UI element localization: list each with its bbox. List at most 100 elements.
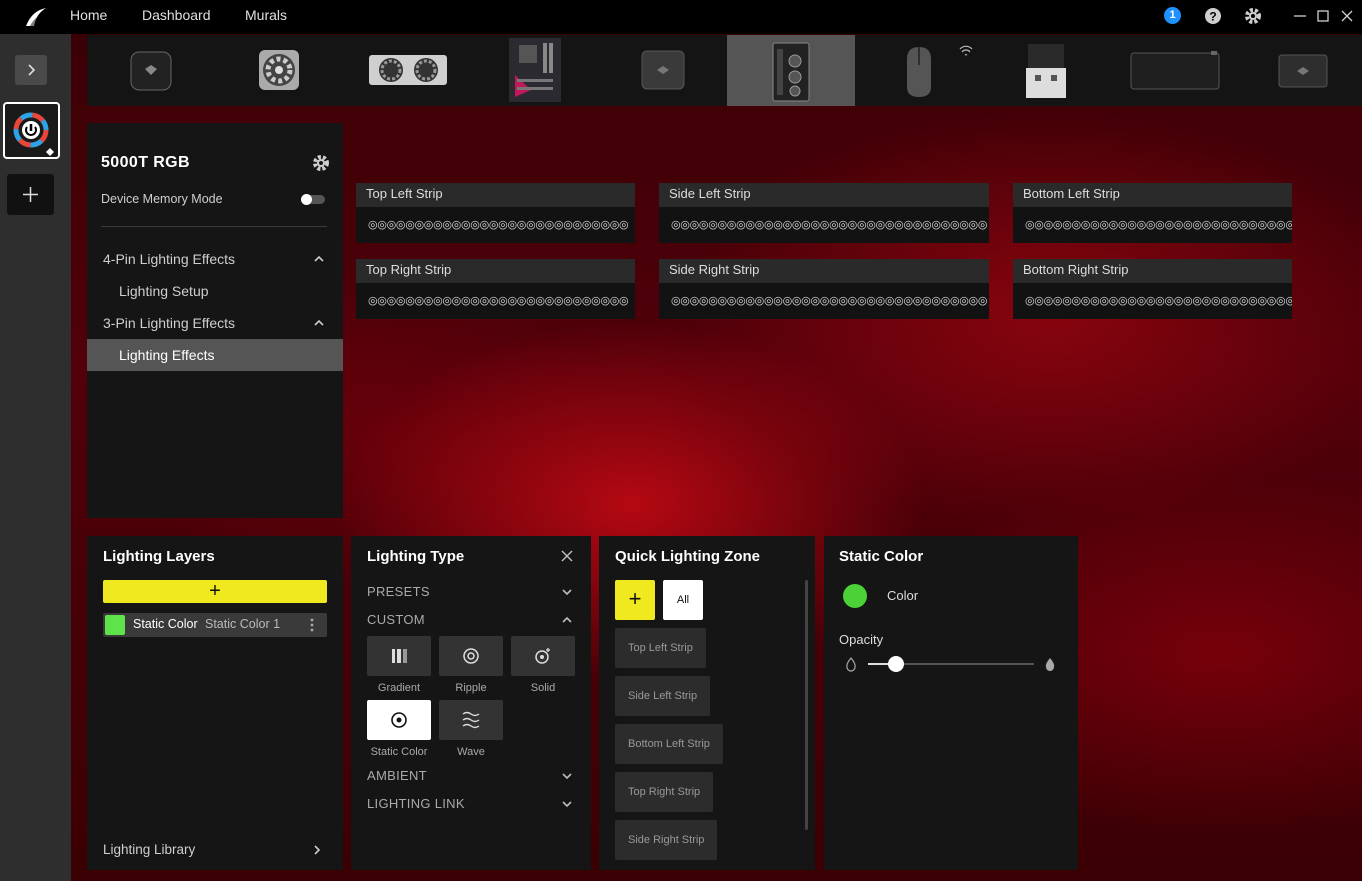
usb-dongle-icon [1026,44,1066,98]
layer-color-swatch [105,615,125,635]
strip-top-left[interactable]: Top Left Strip ◎◎◎◎◎◎◎◎◎◎◎◎◎◎◎◎◎◎◎◎◎◎◎◎◎… [356,183,635,243]
corsair-logo [26,8,46,26]
chevron-right-icon[interactable] [311,844,323,856]
nav-home[interactable]: Home [70,0,107,34]
close-window-icon[interactable] [1338,7,1356,25]
device-tile-gpu[interactable] [343,35,471,106]
notification-badge[interactable]: 1 [1164,7,1181,24]
chevron-down-icon[interactable] [561,798,573,810]
effect-gradient-button[interactable] [367,636,431,676]
strip-side-left[interactable]: Side Left Strip ◎◎◎◎◎◎◎◎◎◎◎◎◎◎◎◎◎◎◎◎◎◎◎◎… [659,183,989,243]
strip-leds: ◎◎◎◎◎◎◎◎◎◎◎◎◎◎◎◎◎◎◎◎◎◎◎◎◎◎◎◎ [368,295,629,307]
effect-solid-button[interactable] [511,636,575,676]
static-color-icon [391,712,407,728]
strip-bottom-left[interactable]: Bottom Left Strip ◎◎◎◎◎◎◎◎◎◎◎◎◎◎◎◎◎◎◎◎◎◎… [1013,183,1292,243]
device-name: 5000T RGB [101,154,190,171]
opacity-slider-track[interactable] [868,656,1034,672]
device-tile-mouse[interactable] [855,35,983,106]
solid-icon [535,648,550,664]
sidebar-item-4pin-effects[interactable]: 4-Pin Lighting Effects [87,243,343,275]
panel-title: Lighting Layers [103,548,215,565]
panel-title: Static Color [839,548,924,565]
device-tile-motherboard[interactable] [471,35,599,106]
strip-bottom-right[interactable]: Bottom Right Strip ◎◎◎◎◎◎◎◎◎◎◎◎◎◎◎◎◎◎◎◎◎… [1013,259,1292,319]
memory-mode-toggle[interactable] [301,194,325,205]
device-tile-fan[interactable] [215,35,343,106]
chevron-down-icon[interactable] [561,586,573,598]
section-custom[interactable]: CUSTOM [367,612,425,627]
lighting-library-link[interactable]: Lighting Library [103,842,195,857]
sidebar-item-lighting-setup[interactable]: Lighting Setup [87,275,343,307]
section-lighting-link[interactable]: LIGHTING LINK [367,796,465,811]
more-options-icon[interactable] [307,617,317,633]
effect-static-color-button[interactable] [367,700,431,740]
pc-case-icon [772,42,810,102]
sidebar-item-label: Lighting Setup [119,283,209,299]
zone-button[interactable]: Top Right Strip [615,772,714,812]
effect-label: Ripple [455,682,487,694]
device-tile-mousepad[interactable] [1111,35,1239,106]
effect-ripple-button[interactable] [439,636,503,676]
close-icon[interactable] [560,549,574,563]
sidebar-item-lighting-effects[interactable]: Lighting Effects [87,339,343,371]
strip-side-right[interactable]: Side Right Strip ◎◎◎◎◎◎◎◎◎◎◎◎◎◎◎◎◎◎◎◎◎◎◎… [659,259,989,319]
strip-name: Top Right Strip [356,259,635,283]
device-tile-case-selected[interactable] [727,35,855,106]
add-device-button[interactable] [7,174,54,215]
zone-button[interactable]: Side Left Strip [615,676,711,716]
device-tile-cooler[interactable] [87,35,215,106]
chevron-right-icon [28,64,36,76]
effect-wave-button[interactable] [439,700,503,740]
sidebar-item-label: Lighting Effects [119,347,215,363]
color-swatch[interactable] [843,584,867,608]
help-icon[interactable]: ? [1204,7,1222,25]
motherboard-icon [509,38,561,102]
strip-leds: ◎◎◎◎◎◎◎◎◎◎◎◎◎◎◎◎◎◎◎◎◎◎◎◎◎◎◎◎ [368,219,629,231]
nav-murals[interactable]: Murals [245,0,287,34]
zone-button[interactable]: Side Right Strip [615,820,718,860]
strip-leds: ◎◎◎◎◎◎◎◎◎◎◎◎◎◎◎◎◎◎◎◎◎◎◎◎◎◎◎◎◎◎◎◎◎◎ [671,219,988,231]
device-tile-hub[interactable] [599,35,727,106]
all-zones-button[interactable]: All [663,580,703,620]
device-settings-gear-icon[interactable] [312,154,330,172]
color-label: Color [887,588,919,603]
svg-text:?: ? [1209,10,1216,24]
quick-lighting-zone-panel: Quick Lighting Zone + All Top Left Strip… [599,536,815,870]
expand-rail-button[interactable] [15,55,47,85]
gpu-icon [369,55,447,85]
device-carousel [87,35,1362,106]
minimize-icon[interactable] [1291,7,1309,25]
device-tile-controller[interactable] [1239,35,1362,106]
lighting-layers-panel: Lighting Layers + Static Color Static Co… [87,536,343,870]
chevron-down-icon[interactable] [561,770,573,782]
opacity-label: Opacity [839,632,884,647]
icue-device-button[interactable] [3,102,60,159]
scrollbar[interactable] [805,580,808,830]
divider [101,226,327,227]
wave-icon [462,711,480,729]
layer-item[interactable]: Static Color Static Color 1 [103,613,327,637]
aio-cooler-icon [130,51,172,91]
sidebar-item-3pin-effects[interactable]: 3-Pin Lighting Effects [87,307,343,339]
opacity-slider-thumb[interactable] [888,656,904,672]
zone-button[interactable]: Bottom Left Strip [615,724,723,764]
commander-hub-icon [1278,54,1328,88]
sidebar-item-label: 4-Pin Lighting Effects [103,251,236,267]
section-ambient[interactable]: AMBIENT [367,768,427,783]
plus-icon [23,187,38,202]
static-color-panel: Static Color Color Opacity [824,536,1078,870]
device-tile-dongle[interactable] [983,35,1111,106]
nav-dashboard[interactable]: Dashboard [142,0,211,34]
section-presets[interactable]: PRESETS [367,584,430,599]
strip-top-right[interactable]: Top Right Strip ◎◎◎◎◎◎◎◎◎◎◎◎◎◎◎◎◎◎◎◎◎◎◎◎… [356,259,635,319]
fan-icon [259,50,299,90]
strip-name: Top Left Strip [356,183,635,207]
add-layer-button[interactable]: + [103,580,327,603]
zone-button[interactable]: Top Left Strip [615,628,706,668]
strip-name: Side Right Strip [659,259,989,283]
maximize-icon[interactable] [1314,7,1332,25]
add-zone-button[interactable]: + [615,580,655,620]
chevron-up-icon[interactable] [561,614,573,626]
settings-gear-icon[interactable] [1244,7,1262,25]
panel-title: Lighting Type [367,548,465,565]
